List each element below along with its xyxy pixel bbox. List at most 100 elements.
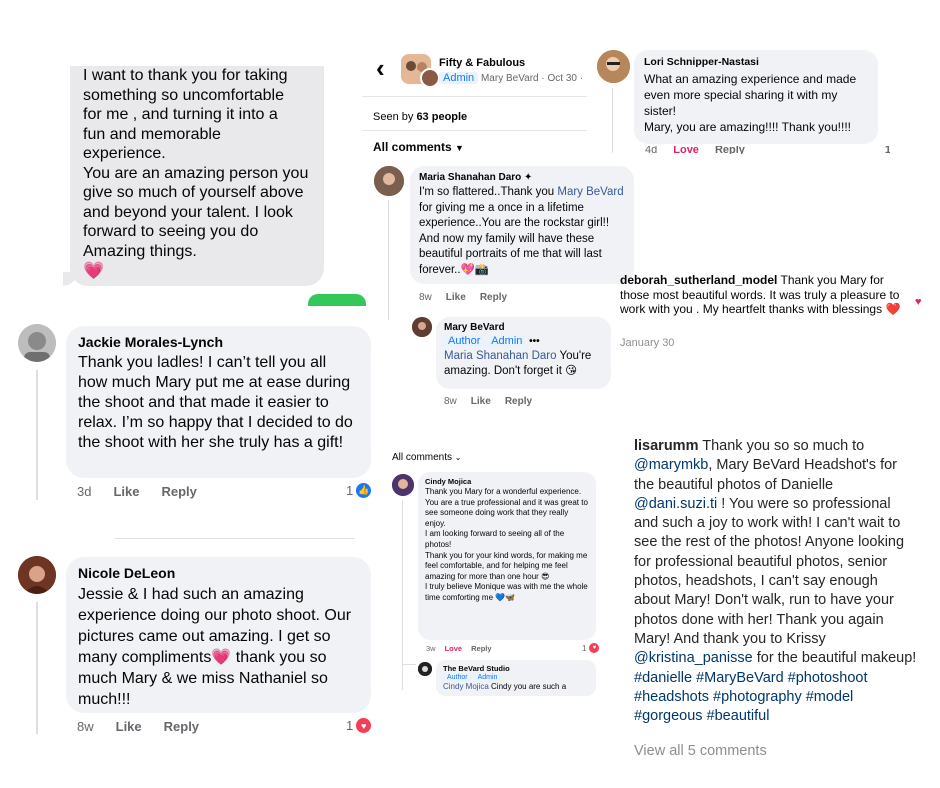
avatar[interactable] <box>18 556 56 594</box>
comment-bubble: Nicole DeLeon Jessie & I had such an ama… <box>66 557 371 713</box>
chevron-down-icon: ⌄ <box>454 453 462 462</box>
text-message-line: and beyond your talent. I look <box>83 203 293 221</box>
mention-link[interactable]: @dani.suzi.ti <box>634 496 717 512</box>
reply-connector <box>402 664 416 665</box>
text-message-line: You are an amazing person you <box>83 164 309 182</box>
text-message-line: fun and memorable <box>83 125 221 143</box>
seen-by: Seen by 63 people <box>373 111 468 123</box>
timestamp: 8w <box>77 719 94 734</box>
text-message-line: for me , and turning it into a <box>83 106 278 123</box>
reply-button[interactable]: Reply <box>505 396 532 407</box>
studio-logo-icon <box>418 662 432 676</box>
admin-badge: Admin <box>473 674 502 681</box>
love-count: 1 ♥ <box>582 643 600 653</box>
commenter-name[interactable]: Cindy Mojica <box>425 477 589 486</box>
reply-button[interactable]: Reply <box>480 292 507 303</box>
mention-link[interactable]: Cindy Mojica <box>443 682 489 691</box>
reply-button[interactable]: Reply <box>161 484 196 499</box>
avatar[interactable] <box>392 474 414 496</box>
thread-line <box>612 88 613 153</box>
person-photo-icon <box>412 317 432 337</box>
reply-badges: Author Admin ••• <box>444 335 603 347</box>
like-button[interactable]: Like <box>446 292 466 303</box>
comment-actions: 3d Like Reply <box>77 484 219 499</box>
ig-comment: deborah_sutherland_model Thank you Mary … <box>620 273 910 317</box>
love-button[interactable]: Love <box>445 644 463 653</box>
mention-link[interactable]: @marymkb <box>634 457 708 473</box>
avatar[interactable] <box>18 324 56 362</box>
avatar[interactable] <box>412 317 432 337</box>
mention-link[interactable]: Mary BeVard <box>557 186 623 198</box>
view-all-comments-link[interactable]: View all 5 comments <box>634 743 767 759</box>
comment-text: Maria Shanahan Daro You're amazing. Don'… <box>444 350 592 377</box>
comment-bubble: Lori Schnipper-Nastasi What an amazing e… <box>634 50 878 144</box>
commenter-name[interactable]: Maria Shanahan Daro ✦ <box>419 172 625 183</box>
comment-text: Thank you ladles! I can’t tell you all h… <box>78 354 353 451</box>
like-button[interactable]: Like <box>471 396 491 407</box>
commenter-name[interactable]: Nicole DeLeon <box>78 565 359 581</box>
all-comments-filter[interactable]: All comments ⌄ <box>392 452 462 463</box>
commenter-name[interactable]: Jackie Morales-Lynch <box>78 334 359 350</box>
all-comments-filter[interactable]: All comments ▼ <box>373 140 464 154</box>
text-message-line: experience. <box>83 145 166 162</box>
timestamp: 4d <box>645 146 658 154</box>
reply-button[interactable]: Reply <box>471 644 491 653</box>
comment-text: Jessie & I had such an amazing experienc… <box>78 586 352 708</box>
mention-link[interactable]: @kristina_panisse <box>634 650 753 666</box>
post-meta: Admin Mary BeVard · Oct 30 · <box>439 72 583 84</box>
thread-line <box>36 370 38 500</box>
timestamp: 3w <box>426 644 436 653</box>
avatar[interactable] <box>597 50 630 83</box>
love-count: 1 ♥ <box>346 718 372 733</box>
like-count: 1 👍 <box>346 483 372 498</box>
author-badge: Author <box>443 674 472 681</box>
comment-bubble: Maria Shanahan Daro ✦ I'm so flattered..… <box>410 166 634 284</box>
comment-text-2: Mary, you are amazing!!!! Thank you!!!! <box>644 120 851 134</box>
commenter-name[interactable]: Mary BeVard <box>444 322 603 333</box>
person-photo-icon <box>18 556 56 594</box>
comment-actions: 8w Like Reply <box>419 292 529 303</box>
commenter-name[interactable]: Lori Schnipper-Nastasi <box>644 56 868 68</box>
text-message-line: I want to thank you for taking <box>83 67 288 84</box>
like-heart-icon[interactable]: ♥ <box>915 296 922 308</box>
divider <box>115 538 355 539</box>
comment-actions: 8w Like Reply <box>444 396 554 407</box>
text-message-line: give so much of yourself above <box>83 184 304 201</box>
text-message-line: Amazing things. <box>83 242 197 260</box>
divider <box>362 96 587 97</box>
message-tail <box>63 272 77 286</box>
post-author[interactable]: Mary BeVard <box>481 73 539 84</box>
heart-reaction-icon: ♥ <box>356 718 372 733</box>
ig-username[interactable]: deborah_sutherland_model <box>620 273 777 287</box>
hashtags[interactable]: #danielle #MaryBeVard #photoshoot #heads… <box>634 670 868 725</box>
thread-line <box>388 200 389 320</box>
reply-button[interactable]: Reply <box>715 146 745 154</box>
comment-date: January 30 <box>620 337 675 349</box>
ig-caption: lisarumm Thank you so so much to @marymk… <box>634 438 917 725</box>
mention-link[interactable]: Maria Shanahan Daro <box>444 350 557 362</box>
reply-button[interactable]: Reply <box>164 719 199 734</box>
love-button[interactable]: Love <box>673 146 699 154</box>
admin-badge: Admin <box>487 335 527 347</box>
back-button[interactable]: ‹ <box>376 54 385 82</box>
heart-emoji: 💗 <box>211 649 232 666</box>
comment-bubble: Cindy Mojica Thank you Mary for a wonder… <box>418 472 596 640</box>
page-avatar[interactable] <box>418 662 432 676</box>
thread-line <box>402 500 403 690</box>
comment-text: What an amazing experience and made even… <box>644 72 857 118</box>
author-avatar <box>420 68 440 88</box>
avatar[interactable] <box>374 166 404 196</box>
timestamp: 3d <box>77 484 92 499</box>
person-photo-icon <box>597 50 630 83</box>
like-button[interactable]: Like <box>113 484 139 499</box>
text-message-line: something so uncomfortable <box>83 86 284 104</box>
ig-username[interactable]: lisarumm <box>634 438 698 454</box>
text-message-line: forward to seeing you do <box>83 223 259 240</box>
like-button[interactable]: Like <box>116 719 142 734</box>
more-icon[interactable]: ••• <box>529 336 540 347</box>
group-title[interactable]: Fifty & Fabulous <box>439 57 525 69</box>
green-bubble-edge <box>308 294 366 306</box>
post-date: · Oct 30 · <box>541 73 584 84</box>
thumbs-up-icon: 👍 <box>356 483 372 498</box>
commenter-name[interactable]: The BeVard Studio <box>443 664 589 673</box>
